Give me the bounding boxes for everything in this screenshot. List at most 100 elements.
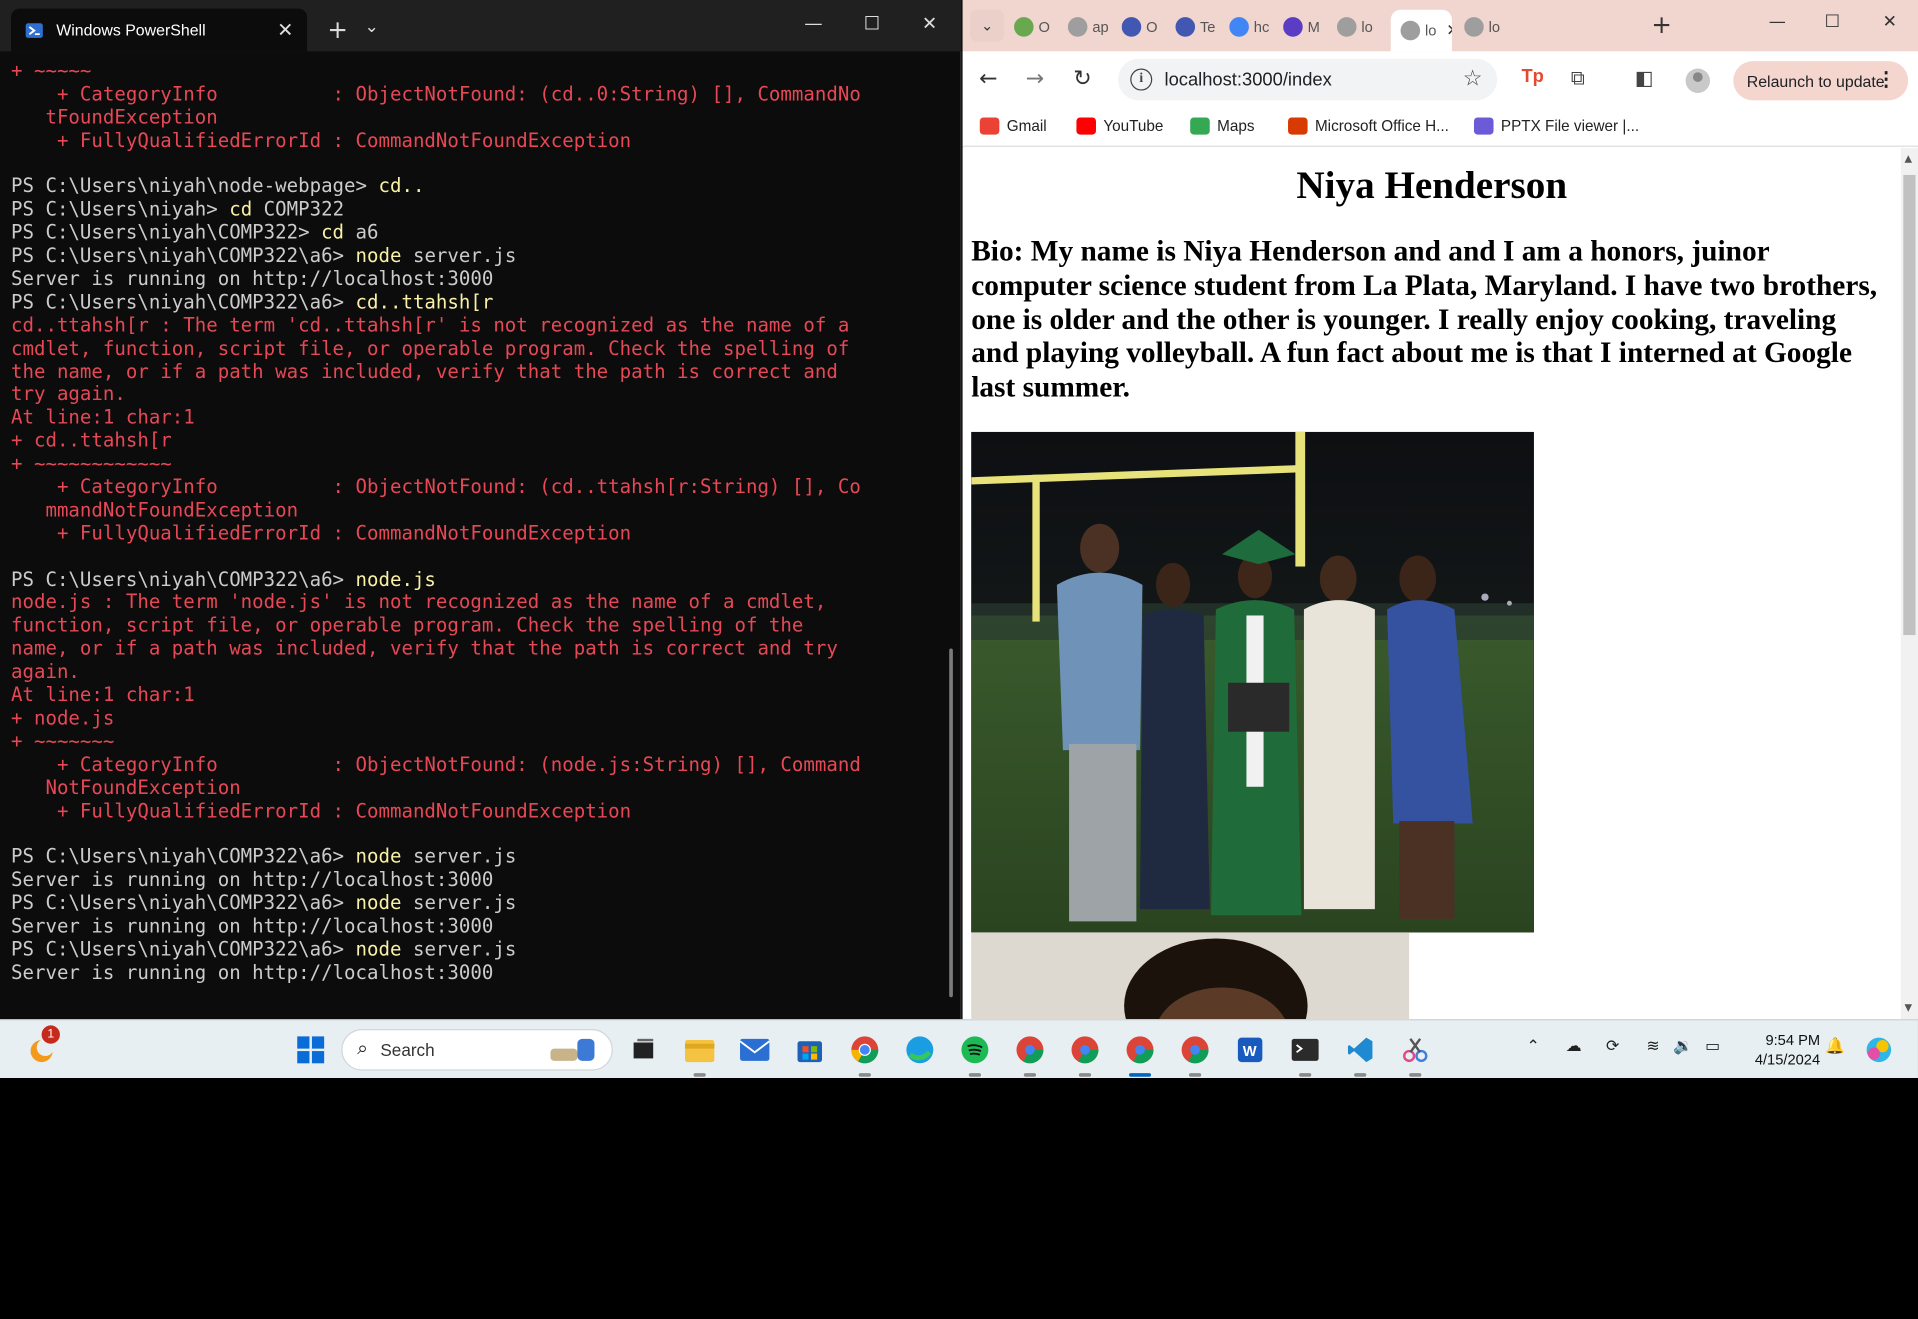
terminal-prompt: PS C:\Users\niyah\COMP322\a6> — [11, 244, 356, 267]
volume-icon[interactable]: 🔉 — [1673, 1038, 1693, 1056]
start-button[interactable] — [294, 1033, 328, 1067]
terminal-line: node.js : The term 'node.js' is not reco… — [11, 591, 827, 614]
tab-search-button[interactable]: ⌄ — [969, 9, 1005, 42]
terminal-argument: server.js — [401, 845, 517, 868]
taskbar-search[interactable]: ⌕ Search — [341, 1029, 613, 1071]
terminal-line: + CategoryInfo : ObjectNotFound: (cd..tt… — [11, 476, 861, 499]
bookmark-item[interactable]: Microsoft Office H... — [1288, 117, 1449, 135]
powershell-tab[interactable]: Windows PowerShell ✕ — [11, 8, 308, 52]
bookmark-star-icon[interactable]: ☆ — [1463, 66, 1483, 92]
back-button[interactable]: ← — [974, 66, 1003, 92]
scroll-up-icon[interactable]: ▲ — [1905, 153, 1913, 164]
bookmark-item[interactable]: Maps — [1190, 117, 1254, 135]
browser-tab-label: lo — [1361, 18, 1373, 36]
terminal-icon[interactable] — [1288, 1033, 1322, 1077]
chrome-icon[interactable] — [848, 1033, 882, 1077]
close-window-button[interactable]: ✕ — [911, 12, 948, 34]
browser-tab[interactable]: ap — [1067, 10, 1114, 44]
page-scrollbar[interactable]: ▲ ▼ — [1900, 148, 1918, 1020]
chrome-profile-n-icon[interactable] — [1068, 1033, 1102, 1077]
copilot-icon[interactable] — [1862, 1033, 1896, 1067]
terminal-scrollbar[interactable] — [949, 648, 953, 998]
vscode-icon[interactable] — [1343, 1033, 1377, 1077]
store-icon[interactable] — [793, 1033, 827, 1067]
terminal-line: Server is running on http://localhost:30… — [11, 267, 494, 291]
chrome-profile-icon[interactable] — [1013, 1033, 1047, 1077]
browser-tab[interactable]: O — [1014, 10, 1060, 44]
new-tab-button[interactable]: + — [324, 15, 351, 44]
browser-tab[interactable]: Te — [1175, 10, 1221, 44]
chrome-active-icon[interactable] — [1123, 1033, 1157, 1077]
chrome-profile-n2-icon[interactable] — [1178, 1033, 1212, 1077]
search-icon: ⌕ — [357, 1038, 369, 1060]
browser-window[interactable]: ⌄ Oap O Te hc Mlo lo ✕ lo + — ☐ ✕ ← → ↻ i local… — [962, 0, 1918, 1020]
globe-icon — [1400, 20, 1421, 41]
powershell-window[interactable]: Windows PowerShell ✕ + ⌄ — ☐ ✕ + ~~~~~ +… — [0, 0, 962, 1020]
terminal-output[interactable]: + ~~~~~ + CategoryInfo : ObjectNotFound:… — [11, 60, 941, 985]
mail-icon[interactable] — [738, 1033, 772, 1067]
minimize-button[interactable]: — — [795, 12, 832, 34]
sync-icon[interactable]: ⟳ — [1606, 1038, 1619, 1056]
chevron-down-icon[interactable]: ⌄ — [365, 17, 379, 37]
minimize-button[interactable]: — — [1760, 12, 1794, 32]
file-explorer-icon[interactable] — [683, 1033, 717, 1077]
address-url[interactable]: localhost:3000/index — [1164, 69, 1331, 90]
terminal-line: mmandNotFoundException — [11, 499, 299, 522]
relaunch-button[interactable]: Relaunch to update ⋮ — [1733, 61, 1909, 101]
bookmark-item[interactable]: Gmail — [979, 117, 1047, 135]
edge-icon[interactable] — [903, 1033, 937, 1067]
battery-icon[interactable]: ▭ — [1705, 1038, 1720, 1056]
profile-avatar[interactable] — [1685, 68, 1711, 93]
browser-tab[interactable]: O — [1121, 10, 1168, 44]
maximize-button[interactable]: ☐ — [854, 12, 891, 34]
browser-tab-label: lo — [1488, 18, 1501, 36]
maximize-button[interactable]: ☐ — [1815, 12, 1849, 32]
scroll-down-icon[interactable]: ▼ — [1905, 1002, 1913, 1013]
task-view-icon[interactable] — [626, 1033, 660, 1067]
close-window-button[interactable]: ✕ — [1873, 12, 1907, 32]
terminal-command: node — [355, 244, 402, 267]
office-icon — [1288, 117, 1308, 135]
site-info-icon[interactable]: i — [1130, 68, 1153, 91]
onedrive-icon[interactable]: ☁ — [1566, 1038, 1582, 1056]
notification-bell-icon[interactable]: 🔔 — [1825, 1038, 1845, 1056]
browser-tab-label: O — [1146, 18, 1158, 36]
reload-button[interactable]: ↻ — [1068, 66, 1097, 92]
snipping-tool-icon[interactable] — [1398, 1033, 1432, 1077]
wifi-icon[interactable]: ≋ — [1646, 1038, 1659, 1056]
powershell-tab-title: Windows PowerShell — [56, 20, 206, 40]
chevron-up-icon[interactable]: ⌃ — [1527, 1038, 1540, 1056]
close-tab-icon[interactable]: ✕ — [277, 18, 293, 42]
extensions-puzzle-icon[interactable]: ⧉ — [1564, 66, 1591, 90]
terminal-line: PS C:\Users\niyah\COMP322> cd a6 — [11, 222, 941, 245]
spotify-icon[interactable] — [958, 1033, 992, 1077]
terminal-argument: server.js — [401, 244, 517, 267]
terminal-line: PS C:\Users\niyah\COMP322\a6> node serve… — [11, 846, 941, 869]
word-icon[interactable]: W — [1233, 1033, 1267, 1067]
close-tab-icon[interactable]: ✕ — [1446, 21, 1452, 41]
terminal-line: + ~~~~~ — [11, 59, 92, 82]
address-bar[interactable]: i localhost:3000/index ☆ — [1118, 58, 1498, 101]
clock[interactable]: 9:54 PM 4/15/2024 — [1737, 1030, 1820, 1069]
browser-tab[interactable]: hc — [1229, 10, 1275, 44]
browser-tab-active[interactable]: lo ✕ — [1390, 9, 1452, 52]
side-panel-icon[interactable]: ◧ — [1631, 66, 1658, 89]
more-menu-icon[interactable]: ⋮ — [1876, 67, 1896, 91]
globe-icon — [1336, 17, 1357, 37]
browser-tab[interactable]: M — [1283, 10, 1329, 44]
browser-tab-bar: ⌄ Oap O Te hc Mlo lo ✕ lo + — ☐ ✕ — [962, 0, 1918, 52]
extension-tp-icon[interactable]: Tp — [1519, 66, 1546, 87]
new-tab-button[interactable]: + — [1651, 10, 1672, 39]
forward-button[interactable]: → — [1020, 66, 1049, 92]
terminal-line: cd..ttahsh[r : The term 'cd..ttahsh[r' i… — [11, 314, 850, 337]
terminal-line: + cd..ttahsh[r — [11, 429, 172, 452]
bookmark-item[interactable]: PPTX File viewer |... — [1473, 117, 1639, 135]
widgets-icon[interactable]: 1 — [24, 1025, 60, 1067]
bookmark-item[interactable]: YouTube — [1076, 117, 1163, 135]
scrollbar-thumb[interactable] — [1903, 174, 1916, 636]
bookmarks-bar: Gmail YouTube Maps Microsoft Office H... PPT… — [962, 107, 1918, 147]
browser-tab[interactable]: lo — [1336, 10, 1383, 44]
browser-tab[interactable]: lo — [1464, 10, 1510, 44]
bookmark-label: Microsoft Office H... — [1314, 117, 1449, 135]
